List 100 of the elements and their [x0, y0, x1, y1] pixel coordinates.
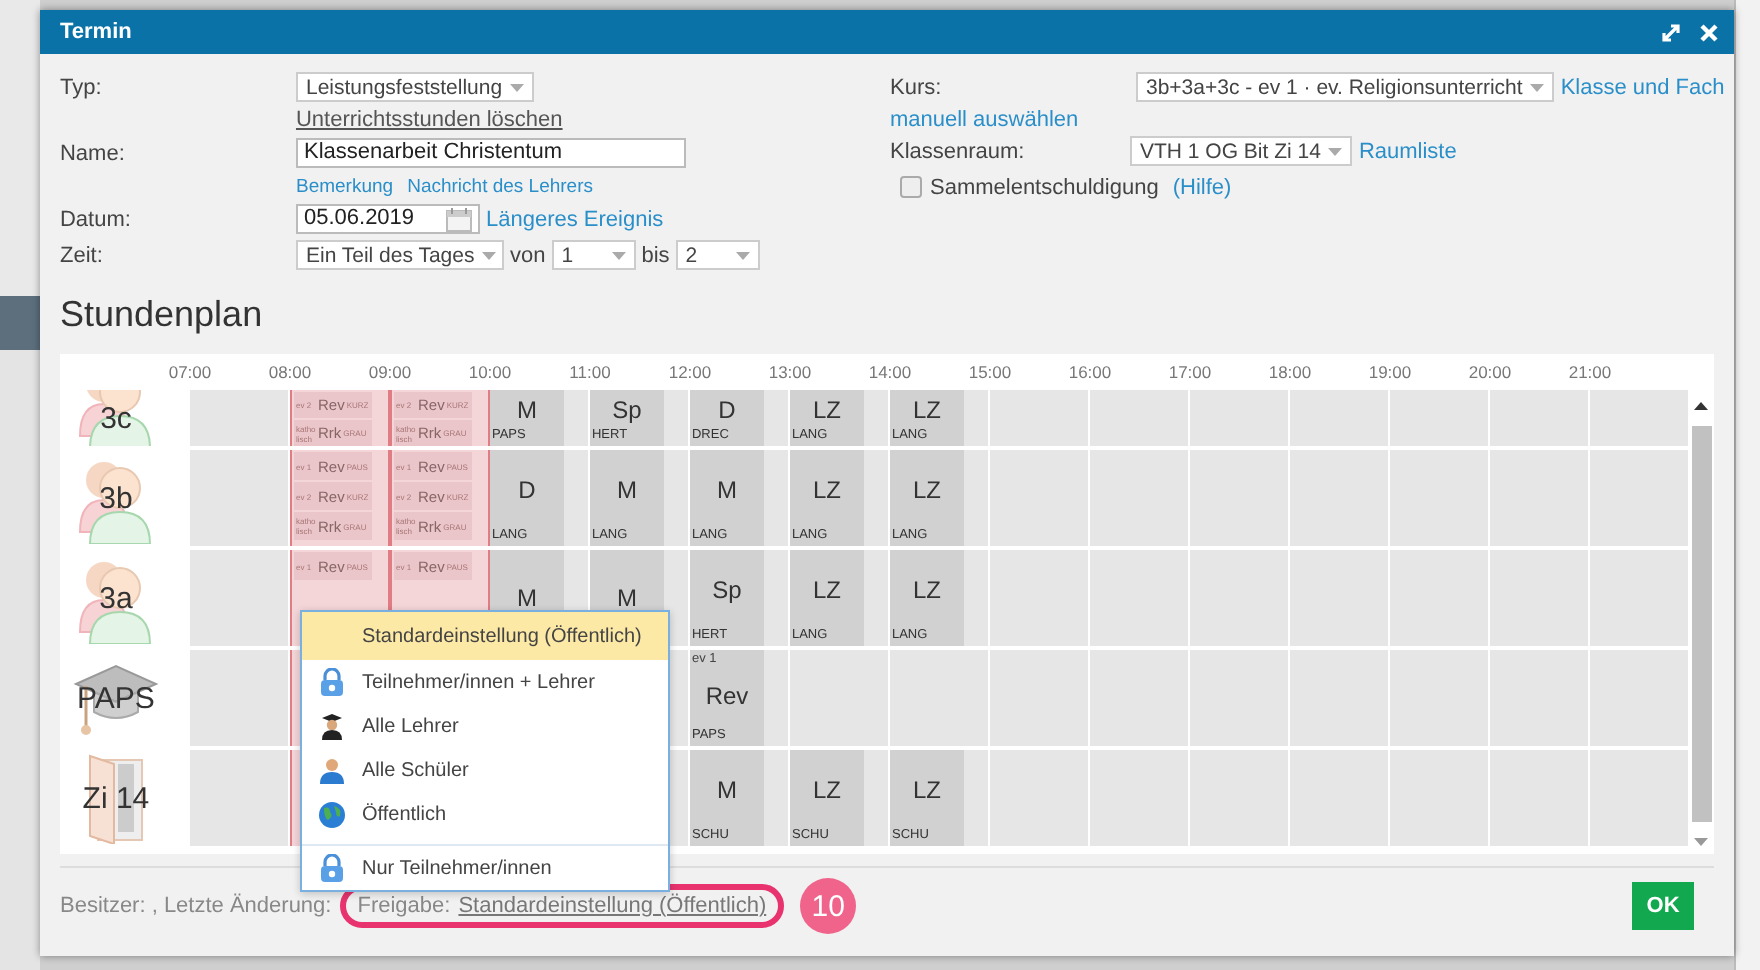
- lesson-subject: D: [718, 393, 736, 426]
- lesson-subject: M: [716, 773, 737, 807]
- menu-item[interactable]: Alle Lehrer: [301, 704, 668, 748]
- expand-icon: [1662, 23, 1681, 41]
- hour-label: 11:00: [567, 360, 613, 386]
- to-dropdown[interactable]: 2: [675, 240, 760, 270]
- time-dropdown[interactable]: Ein Teil des Tages: [295, 240, 504, 270]
- timetable-cell: [1289, 750, 1390, 846]
- person-icon: [317, 755, 346, 785]
- link[interactable]: Unterrichtsstunden löschen: [295, 108, 563, 132]
- hour-label: 13:00: [766, 360, 814, 386]
- row-label: Zi 14: [82, 781, 150, 815]
- field-label: Kurs:: [889, 75, 944, 99]
- timetable-cell: [1089, 450, 1190, 546]
- menu-item[interactable]: Teilnehmer/innen + Lehrer: [301, 660, 668, 704]
- row-label: PAPS: [77, 681, 155, 715]
- lock-icon: [317, 853, 346, 883]
- menu-item[interactable]: Öffentlich: [301, 792, 668, 836]
- timetable-cell: [1189, 750, 1290, 846]
- lesson-subject: Sp: [612, 393, 642, 426]
- from-dropdown[interactable]: 1: [551, 240, 636, 270]
- checkbox[interactable]: [899, 176, 922, 198]
- timetable-cell: [1489, 750, 1590, 846]
- hour-label: 12:00: [666, 360, 714, 386]
- timetable-cell: [1189, 450, 1290, 546]
- share-link[interactable]: Standardeinstellung (Öffentlich): [458, 894, 767, 918]
- close-icon: [1700, 23, 1719, 41]
- course-dropdown[interactable]: 3b+3a+3c - ev 1 · ev. Religionsunterricht: [1135, 72, 1555, 102]
- timetable-cell: [1289, 390, 1390, 446]
- hour-label: 16:00: [1066, 360, 1114, 386]
- hour-label: 20:00: [1466, 360, 1514, 386]
- field-label: Klassenraum:: [889, 139, 1027, 163]
- row-label: 3a: [99, 581, 133, 615]
- timetable-cell: [1089, 390, 1190, 446]
- timetable-cell: [1389, 390, 1490, 446]
- timetable-cell: [1589, 450, 1690, 546]
- field-label: Datum:: [59, 207, 133, 231]
- caret-icon: [482, 251, 497, 259]
- caret-icon: [510, 83, 525, 91]
- hour-label: 19:00: [1366, 360, 1414, 386]
- field-label: Typ:: [59, 75, 104, 99]
- hour-label: 07:00: [166, 360, 214, 386]
- timetable-cell: [1189, 550, 1290, 646]
- timetable-cell: [1589, 750, 1690, 846]
- timetable-cell: [1289, 450, 1390, 546]
- lesson-subject: Sp: [712, 573, 742, 607]
- hour-label: 18:00: [1266, 360, 1314, 386]
- lesson-subject: M: [516, 393, 537, 426]
- share-label: Freigabe:: [357, 894, 451, 918]
- scroll-down-icon: [1694, 838, 1709, 846]
- lesson-subject: D: [518, 473, 536, 507]
- hour-label: 15:00: [966, 360, 1014, 386]
- caret-icon: [1328, 147, 1343, 155]
- type-dropdown[interactable]: Leistungsfeststellung: [295, 72, 535, 102]
- menu-item[interactable]: Alle Schüler: [301, 748, 668, 792]
- lock-icon: [317, 667, 346, 697]
- timetable-cell: [1589, 650, 1690, 746]
- timetable-cell: [1589, 550, 1690, 646]
- row-label: 3c: [100, 401, 132, 435]
- name-field[interactable]: Klassenarbeit Christentum: [295, 138, 686, 168]
- row-label: 3b: [99, 481, 133, 515]
- section-heading: Stundenplan: [59, 294, 265, 334]
- timetable-cell: [1089, 650, 1190, 746]
- lesson-subject: LZ: [812, 573, 841, 607]
- step-badge: 10: [800, 878, 857, 934]
- scroll-up-icon: [1694, 402, 1709, 410]
- owner-text: Besitzer: , Letzte Änderung:: [59, 894, 332, 918]
- globe-icon: [317, 799, 346, 829]
- field-label: bis: [641, 243, 670, 267]
- teacher-icon: [317, 711, 346, 741]
- timetable-cell: [989, 650, 1090, 746]
- hour-label: 10:00: [466, 360, 514, 386]
- lesson-subject: M: [616, 473, 637, 507]
- lesson-subject: LZ: [912, 773, 941, 807]
- lesson-subject: LZ: [812, 473, 841, 507]
- timetable-cell: [1389, 450, 1490, 546]
- room-dropdown[interactable]: VTH 1 OG Bit Zi 14: [1129, 136, 1353, 166]
- field-label: von: [509, 243, 546, 267]
- lesson-subject: LZ: [912, 573, 941, 607]
- scrollbar-thumb[interactable]: [1691, 426, 1712, 822]
- timetable-cell: [1489, 450, 1590, 546]
- timetable-cell: [1489, 390, 1590, 446]
- lesson-subject: LZ: [812, 773, 841, 807]
- lesson-subject: LZ: [912, 393, 941, 426]
- field-label: Zeit:: [59, 243, 105, 267]
- timetable-cell: [1189, 650, 1290, 746]
- window-title: Termin: [59, 20, 134, 44]
- date-field[interactable]: 05.06.2019: [295, 204, 480, 234]
- menu-item[interactable]: Standardeinstellung (Öffentlich): [301, 612, 668, 660]
- menu-item[interactable]: Nur Teilnehmer/innen: [301, 846, 668, 890]
- hour-label: 14:00: [866, 360, 914, 386]
- timetable-cell: [1389, 750, 1490, 846]
- timetable-cell: [1389, 650, 1490, 746]
- hour-label: 08:00: [266, 360, 314, 386]
- timetable-cell: [1089, 550, 1190, 646]
- hour-label: 21:00: [1566, 360, 1614, 386]
- timetable-cell: [1089, 750, 1190, 846]
- field-label: Name:: [59, 141, 127, 165]
- checkbox-label: Sammelentschuldigung: [929, 175, 1159, 199]
- timetable-cell: [1489, 550, 1590, 646]
